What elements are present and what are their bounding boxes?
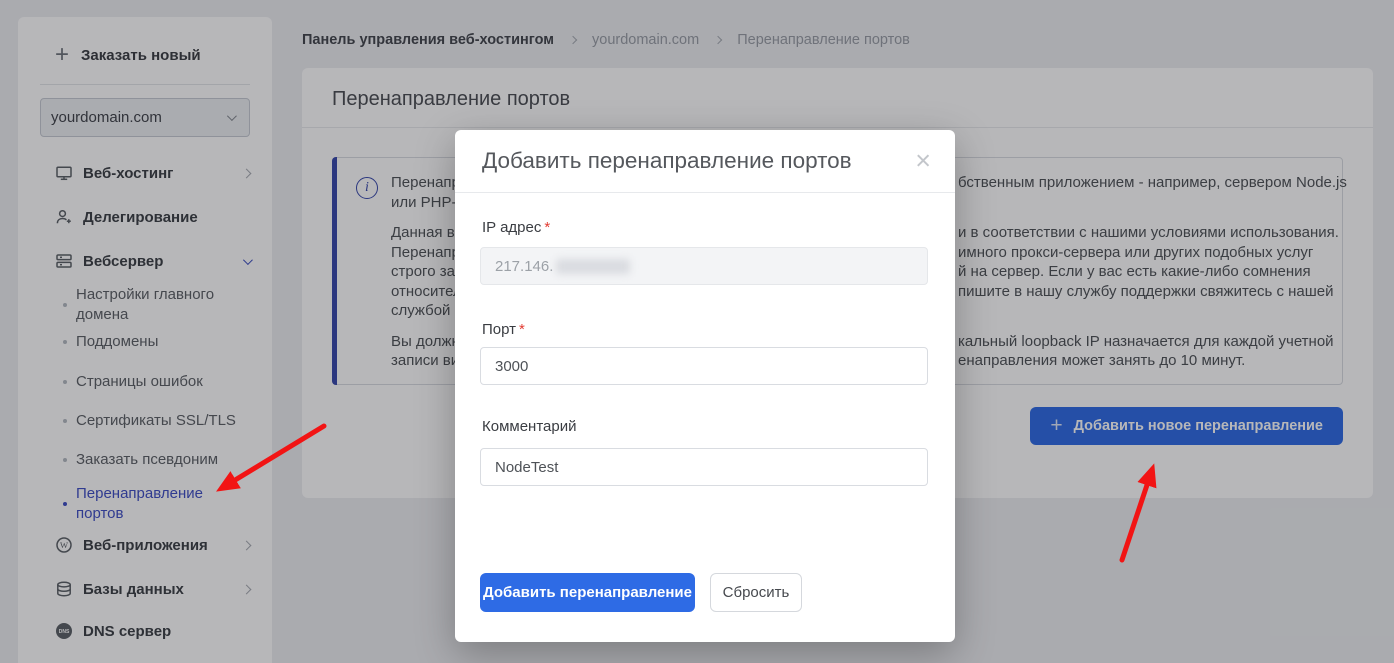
port-field[interactable] <box>480 347 928 385</box>
reset-button[interactable]: Сбросить <box>710 573 802 612</box>
modal-header: Добавить перенаправление портов × <box>455 130 955 193</box>
comment-field[interactable] <box>480 448 928 486</box>
add-forwarding-submit-button[interactable]: Добавить перенаправление <box>480 573 695 612</box>
comment-label: Комментарий <box>482 418 576 435</box>
required-asterisk: * <box>544 219 550 236</box>
port-label: Порт* <box>482 321 525 338</box>
add-port-forwarding-modal: Добавить перенаправление портов × IP адр… <box>455 130 955 642</box>
close-icon[interactable]: × <box>915 148 931 175</box>
ip-address-value: 217.146. <box>495 258 553 275</box>
ip-address-field: 217.146. <box>480 247 928 285</box>
ip-address-label: IP адрес* <box>482 219 550 236</box>
redacted-value <box>556 259 630 274</box>
required-asterisk: * <box>519 321 525 338</box>
modal-title: Добавить перенаправление портов <box>482 148 852 174</box>
